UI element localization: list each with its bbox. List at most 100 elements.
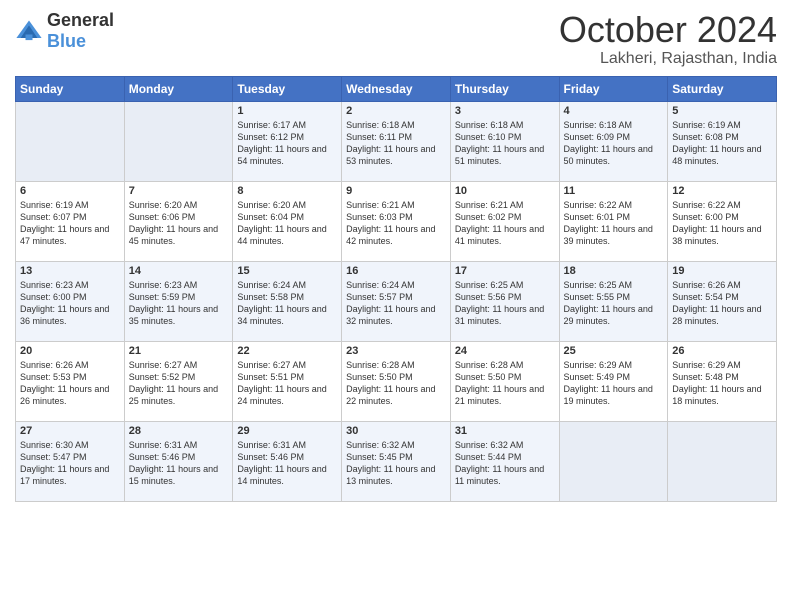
weekday-header: Thursday	[450, 76, 559, 101]
calendar-cell: 26 Sunrise: 6:29 AMSunset: 5:48 PMDaylig…	[668, 341, 777, 421]
calendar-cell: 24 Sunrise: 6:28 AMSunset: 5:50 PMDaylig…	[450, 341, 559, 421]
day-info: Sunrise: 6:18 AMSunset: 6:09 PMDaylight:…	[564, 120, 653, 166]
day-number: 16	[346, 265, 446, 277]
day-number: 23	[346, 345, 446, 357]
weekday-header: Sunday	[16, 76, 125, 101]
calendar-cell: 16 Sunrise: 6:24 AMSunset: 5:57 PMDaylig…	[342, 261, 451, 341]
day-number: 22	[237, 345, 337, 357]
day-info: Sunrise: 6:22 AMSunset: 6:01 PMDaylight:…	[564, 200, 653, 246]
day-info: Sunrise: 6:31 AMSunset: 5:46 PMDaylight:…	[129, 440, 218, 486]
calendar-cell: 13 Sunrise: 6:23 AMSunset: 6:00 PMDaylig…	[16, 261, 125, 341]
day-number: 30	[346, 425, 446, 437]
day-number: 6	[20, 185, 120, 197]
day-number: 11	[564, 185, 664, 197]
day-number: 9	[346, 185, 446, 197]
calendar-cell: 25 Sunrise: 6:29 AMSunset: 5:49 PMDaylig…	[559, 341, 668, 421]
calendar-cell: 17 Sunrise: 6:25 AMSunset: 5:56 PMDaylig…	[450, 261, 559, 341]
calendar-cell: 27 Sunrise: 6:30 AMSunset: 5:47 PMDaylig…	[16, 421, 125, 501]
calendar-cell: 23 Sunrise: 6:28 AMSunset: 5:50 PMDaylig…	[342, 341, 451, 421]
day-info: Sunrise: 6:19 AMSunset: 6:07 PMDaylight:…	[20, 200, 109, 246]
day-info: Sunrise: 6:26 AMSunset: 5:54 PMDaylight:…	[672, 280, 761, 326]
day-number: 17	[455, 265, 555, 277]
day-info: Sunrise: 6:18 AMSunset: 6:11 PMDaylight:…	[346, 120, 435, 166]
day-info: Sunrise: 6:28 AMSunset: 5:50 PMDaylight:…	[455, 360, 544, 406]
day-number: 25	[564, 345, 664, 357]
logo-icon	[15, 17, 43, 45]
month-title: October 2024	[559, 10, 777, 50]
calendar-cell: 22 Sunrise: 6:27 AMSunset: 5:51 PMDaylig…	[233, 341, 342, 421]
day-info: Sunrise: 6:27 AMSunset: 5:52 PMDaylight:…	[129, 360, 218, 406]
calendar-cell: 9 Sunrise: 6:21 AMSunset: 6:03 PMDayligh…	[342, 181, 451, 261]
day-info: Sunrise: 6:29 AMSunset: 5:48 PMDaylight:…	[672, 360, 761, 406]
day-number: 19	[672, 265, 772, 277]
day-number: 31	[455, 425, 555, 437]
day-number: 24	[455, 345, 555, 357]
day-info: Sunrise: 6:20 AMSunset: 6:04 PMDaylight:…	[237, 200, 326, 246]
day-info: Sunrise: 6:21 AMSunset: 6:03 PMDaylight:…	[346, 200, 435, 246]
calendar-body: 1 Sunrise: 6:17 AMSunset: 6:12 PMDayligh…	[16, 101, 777, 501]
calendar-cell: 10 Sunrise: 6:21 AMSunset: 6:02 PMDaylig…	[450, 181, 559, 261]
day-info: Sunrise: 6:21 AMSunset: 6:02 PMDaylight:…	[455, 200, 544, 246]
calendar-cell: 30 Sunrise: 6:32 AMSunset: 5:45 PMDaylig…	[342, 421, 451, 501]
weekday-header-row: SundayMondayTuesdayWednesdayThursdayFrid…	[16, 76, 777, 101]
calendar-week-row: 20 Sunrise: 6:26 AMSunset: 5:53 PMDaylig…	[16, 341, 777, 421]
calendar-container: General Blue October 2024 Lakheri, Rajas…	[0, 0, 792, 512]
calendar-cell: 5 Sunrise: 6:19 AMSunset: 6:08 PMDayligh…	[668, 101, 777, 181]
location-title: Lakheri, Rajasthan, India	[559, 50, 777, 68]
calendar-cell: 14 Sunrise: 6:23 AMSunset: 5:59 PMDaylig…	[124, 261, 233, 341]
calendar-cell: 12 Sunrise: 6:22 AMSunset: 6:00 PMDaylig…	[668, 181, 777, 261]
day-number: 3	[455, 105, 555, 117]
day-info: Sunrise: 6:32 AMSunset: 5:44 PMDaylight:…	[455, 440, 544, 486]
day-number: 18	[564, 265, 664, 277]
day-number: 27	[20, 425, 120, 437]
weekday-header: Tuesday	[233, 76, 342, 101]
calendar-cell: 1 Sunrise: 6:17 AMSunset: 6:12 PMDayligh…	[233, 101, 342, 181]
calendar-cell: 21 Sunrise: 6:27 AMSunset: 5:52 PMDaylig…	[124, 341, 233, 421]
day-info: Sunrise: 6:32 AMSunset: 5:45 PMDaylight:…	[346, 440, 435, 486]
calendar-cell: 31 Sunrise: 6:32 AMSunset: 5:44 PMDaylig…	[450, 421, 559, 501]
day-number: 8	[237, 185, 337, 197]
title-block: October 2024 Lakheri, Rajasthan, India	[559, 10, 777, 68]
calendar-cell: 15 Sunrise: 6:24 AMSunset: 5:58 PMDaylig…	[233, 261, 342, 341]
weekday-header: Saturday	[668, 76, 777, 101]
day-info: Sunrise: 6:26 AMSunset: 5:53 PMDaylight:…	[20, 360, 109, 406]
weekday-header: Friday	[559, 76, 668, 101]
calendar-cell: 20 Sunrise: 6:26 AMSunset: 5:53 PMDaylig…	[16, 341, 125, 421]
calendar-week-row: 13 Sunrise: 6:23 AMSunset: 6:00 PMDaylig…	[16, 261, 777, 341]
day-info: Sunrise: 6:23 AMSunset: 5:59 PMDaylight:…	[129, 280, 218, 326]
day-info: Sunrise: 6:20 AMSunset: 6:06 PMDaylight:…	[129, 200, 218, 246]
day-number: 28	[129, 425, 229, 437]
calendar-cell	[668, 421, 777, 501]
day-info: Sunrise: 6:24 AMSunset: 5:57 PMDaylight:…	[346, 280, 435, 326]
day-number: 29	[237, 425, 337, 437]
calendar-cell: 3 Sunrise: 6:18 AMSunset: 6:10 PMDayligh…	[450, 101, 559, 181]
calendar-cell: 19 Sunrise: 6:26 AMSunset: 5:54 PMDaylig…	[668, 261, 777, 341]
calendar-cell: 28 Sunrise: 6:31 AMSunset: 5:46 PMDaylig…	[124, 421, 233, 501]
day-number: 12	[672, 185, 772, 197]
day-number: 7	[129, 185, 229, 197]
day-number: 15	[237, 265, 337, 277]
day-number: 20	[20, 345, 120, 357]
header-row: General Blue October 2024 Lakheri, Rajas…	[15, 10, 777, 68]
calendar-cell: 6 Sunrise: 6:19 AMSunset: 6:07 PMDayligh…	[16, 181, 125, 261]
day-info: Sunrise: 6:28 AMSunset: 5:50 PMDaylight:…	[346, 360, 435, 406]
day-number: 1	[237, 105, 337, 117]
day-info: Sunrise: 6:25 AMSunset: 5:56 PMDaylight:…	[455, 280, 544, 326]
calendar-thead: SundayMondayTuesdayWednesdayThursdayFrid…	[16, 76, 777, 101]
day-number: 13	[20, 265, 120, 277]
calendar-week-row: 6 Sunrise: 6:19 AMSunset: 6:07 PMDayligh…	[16, 181, 777, 261]
logo-text: General Blue	[47, 10, 114, 52]
calendar-cell: 4 Sunrise: 6:18 AMSunset: 6:09 PMDayligh…	[559, 101, 668, 181]
calendar-cell: 18 Sunrise: 6:25 AMSunset: 5:55 PMDaylig…	[559, 261, 668, 341]
day-number: 21	[129, 345, 229, 357]
calendar-cell: 2 Sunrise: 6:18 AMSunset: 6:11 PMDayligh…	[342, 101, 451, 181]
day-info: Sunrise: 6:18 AMSunset: 6:10 PMDaylight:…	[455, 120, 544, 166]
calendar-table: SundayMondayTuesdayWednesdayThursdayFrid…	[15, 76, 777, 502]
day-number: 5	[672, 105, 772, 117]
calendar-cell: 7 Sunrise: 6:20 AMSunset: 6:06 PMDayligh…	[124, 181, 233, 261]
day-info: Sunrise: 6:27 AMSunset: 5:51 PMDaylight:…	[237, 360, 326, 406]
day-number: 2	[346, 105, 446, 117]
day-info: Sunrise: 6:24 AMSunset: 5:58 PMDaylight:…	[237, 280, 326, 326]
day-info: Sunrise: 6:25 AMSunset: 5:55 PMDaylight:…	[564, 280, 653, 326]
weekday-header: Monday	[124, 76, 233, 101]
